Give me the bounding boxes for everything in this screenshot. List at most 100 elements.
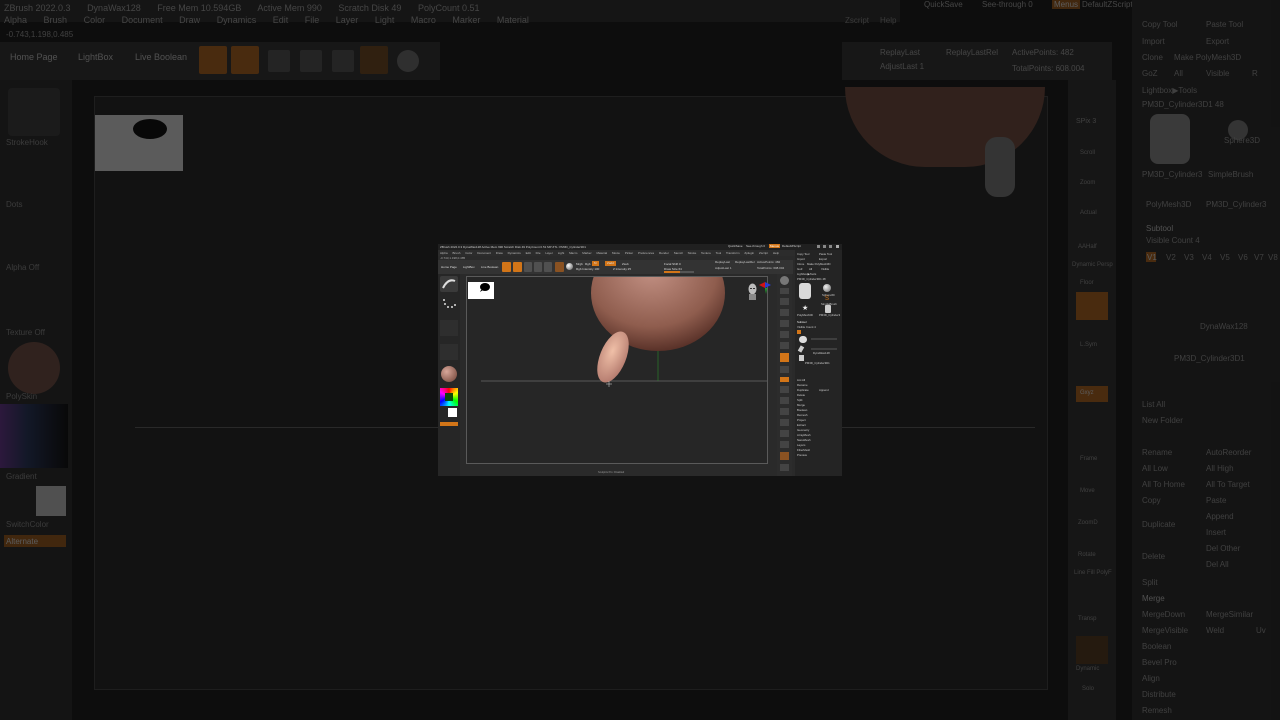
lightbox-tools-button[interactable]: Lightbox▶Tools — [797, 272, 816, 276]
menu-preferences[interactable]: Preferences — [638, 251, 654, 255]
bg-move-button[interactable] — [268, 50, 290, 72]
menu-picker[interactable]: Picker — [625, 251, 633, 255]
close-icon[interactable] — [836, 245, 839, 248]
bg-spix[interactable]: SPix 3 — [1076, 118, 1096, 125]
bg-zoom[interactable]: Zoom — [1080, 180, 1095, 186]
aahalf-button[interactable] — [780, 331, 789, 338]
bg-v8-label[interactable]: V8 — [1268, 253, 1278, 262]
delete-button[interactable]: Delete — [797, 393, 805, 397]
replay-last-button[interactable]: ReplayLast — [715, 260, 730, 264]
menu-document[interactable]: Document — [477, 251, 491, 255]
bg-home-page-button[interactable]: Home Page — [10, 52, 58, 62]
bg-bevel-pro[interactable]: Bevel Pro — [1142, 658, 1177, 667]
bg-current-tool[interactable]: PM3D_Cylinder3D1 48 — [1142, 100, 1224, 109]
bg-v2-label[interactable]: V2 — [1166, 253, 1176, 262]
menu-movie[interactable]: Movie — [612, 251, 620, 255]
menu-tool[interactable]: Tool — [716, 251, 722, 255]
subtool-header[interactable]: Subtool — [797, 320, 807, 324]
menu-stencil[interactable]: Stencil — [674, 251, 683, 255]
bg-new-folder[interactable]: New Folder — [1142, 416, 1183, 425]
bg-quicksave[interactable]: QuickSave — [924, 0, 963, 9]
bg-remesh[interactable]: Remesh — [1142, 706, 1172, 715]
rotate-mode-button[interactable] — [544, 262, 552, 272]
bg-all-high[interactable]: All High — [1206, 464, 1234, 473]
menu-alpha[interactable]: Alpha — [440, 251, 448, 255]
bg-scroll[interactable]: Scroll — [1080, 150, 1095, 156]
bg-del-other[interactable]: Del Other — [1206, 544, 1240, 553]
paste-tool-button[interactable]: Paste Tool — [819, 252, 832, 256]
transp-button[interactable] — [780, 441, 789, 448]
bg-clone[interactable]: Clone — [1142, 53, 1163, 62]
geometry-button[interactable]: Geometry — [797, 428, 809, 432]
live-boolean-button[interactable]: Live Boolean — [481, 263, 498, 271]
bg-menu-alpha[interactable]: Alpha — [4, 15, 27, 25]
menu-render[interactable]: Render — [659, 251, 669, 255]
bg-lightbox-tools[interactable]: Lightbox▶Tools — [1142, 86, 1197, 95]
tool-thumb-sphere[interactable] — [823, 284, 831, 292]
rgb-intensity-slider[interactable]: Rgb Intensity 100 — [576, 265, 599, 273]
bg-subtool-header[interactable]: Subtool — [1146, 224, 1173, 233]
head-navigator-icon[interactable] — [747, 282, 758, 302]
move-mode-button[interactable] — [524, 262, 532, 272]
tool-thumb-cylinder[interactable] — [799, 283, 811, 299]
actual-button[interactable] — [780, 320, 789, 327]
polymesh-star-icon[interactable]: ★ — [802, 305, 809, 312]
bg-export[interactable]: Export — [1206, 37, 1229, 46]
bg-secondary-color[interactable] — [36, 486, 66, 516]
z-intensity-slider[interactable]: Z Intensity 25 — [613, 265, 631, 273]
bg-see-through[interactable]: See-through 0 — [982, 0, 1033, 9]
bg-paste-tool[interactable]: Paste Tool — [1206, 20, 1243, 29]
bg-rotate[interactable]: Rotate — [1078, 552, 1096, 558]
bg-floor-toggle[interactable] — [1076, 292, 1108, 320]
menu-draw[interactable]: Draw — [496, 251, 503, 255]
bg-copy[interactable]: Copy — [1142, 496, 1161, 505]
bg-v3-label[interactable]: V3 — [1184, 253, 1194, 262]
bg-dynamic-toggle[interactable] — [1076, 636, 1108, 664]
alternate-button[interactable] — [440, 422, 458, 426]
goz-button[interactable]: GoZ — [797, 267, 802, 271]
bg-v4-label[interactable]: V4 — [1202, 253, 1212, 262]
bg-menu-draw[interactable]: Draw — [179, 15, 200, 25]
bg-floor[interactable]: Floor — [1080, 280, 1094, 286]
solo-button[interactable] — [780, 464, 789, 471]
menu-zscript[interactable]: Zscript — [759, 251, 768, 255]
menu-help[interactable]: Help — [773, 251, 779, 255]
bg-merge-similar[interactable]: MergeSimilar — [1206, 610, 1253, 619]
copy-tool-button[interactable]: Copy Tool — [797, 252, 809, 256]
clone-button[interactable]: Clone — [797, 262, 804, 266]
menu-transform[interactable]: Transform — [726, 251, 740, 255]
local-symmetry-button[interactable] — [780, 366, 789, 373]
home-page-button[interactable]: Home Page — [441, 263, 457, 271]
menu-color[interactable]: Color — [465, 251, 472, 255]
menu-marker[interactable]: Marker — [582, 251, 591, 255]
adjust-last-slider[interactable]: AdjustLast 1 — [715, 266, 732, 270]
bg-distribute[interactable]: Distribute — [1142, 690, 1176, 699]
bg-duplicate[interactable]: Duplicate — [1142, 520, 1175, 529]
axis-gizmo-icon[interactable] — [758, 281, 772, 295]
bg-menu-help[interactable]: Help — [880, 16, 896, 25]
secondary-color-swatch[interactable] — [448, 408, 457, 417]
texture-slot[interactable] — [440, 344, 458, 360]
material-button[interactable] — [555, 262, 564, 272]
draw-mode-button[interactable] — [513, 262, 522, 272]
bg-insert[interactable]: Insert — [1206, 528, 1226, 537]
bg-boolean[interactable]: Boolean — [1142, 642, 1171, 651]
bg-edit-button[interactable] — [199, 46, 227, 74]
visible-count-slider[interactable]: Visible Count 4 — [797, 325, 816, 329]
bg-menu-brush[interactable]: Brush — [44, 15, 68, 25]
bg-v5-label[interactable]: V5 — [1220, 253, 1230, 262]
merge-button[interactable]: Merge — [797, 403, 805, 407]
bg-goz[interactable]: GoZ — [1142, 69, 1158, 78]
remesh-button[interactable]: Remesh — [797, 413, 807, 417]
extract-button[interactable]: Extract — [797, 423, 806, 427]
menu-stroke[interactable]: Stroke — [688, 251, 697, 255]
bg-menu-edit[interactable]: Edit — [273, 15, 289, 25]
make-polymesh-button[interactable]: Make PolyMesh3D — [807, 262, 830, 266]
bg-subtool-cylinder[interactable]: PM3D_Cylinder3D1 — [1174, 354, 1245, 363]
zoom-view-button[interactable] — [780, 408, 789, 415]
bg-menu-dynamics[interactable]: Dynamics — [217, 15, 257, 25]
scroll-button[interactable] — [780, 298, 789, 305]
bg-transp[interactable]: Transp — [1078, 616, 1096, 622]
bg-material-thumb[interactable] — [8, 342, 60, 394]
bg-subtool-dynawax[interactable]: DynaWax128 — [1200, 322, 1248, 331]
